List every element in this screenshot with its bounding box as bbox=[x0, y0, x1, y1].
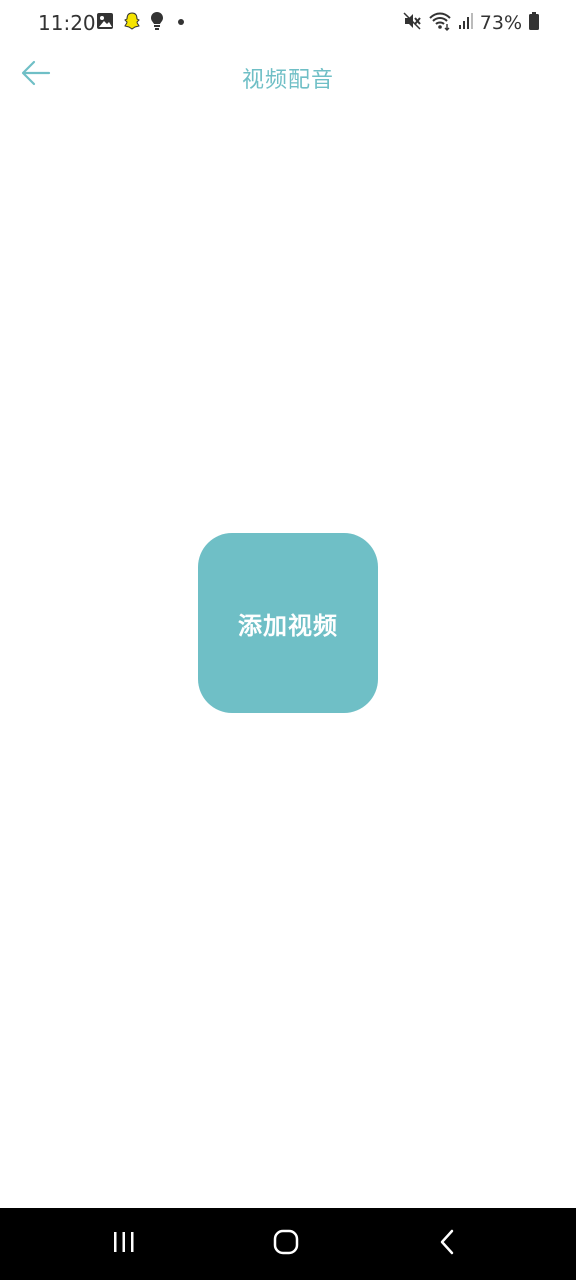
status-bar: 11:20 73% bbox=[0, 0, 576, 48]
home-icon[interactable] bbox=[272, 1228, 300, 1260]
dot-icon bbox=[174, 14, 188, 33]
recent-apps-button[interactable] bbox=[106, 1230, 142, 1258]
battery-icon bbox=[528, 11, 540, 35]
lightbulb-icon bbox=[150, 11, 164, 35]
back-icon[interactable] bbox=[437, 1228, 457, 1260]
nav-back-button[interactable] bbox=[432, 1228, 462, 1260]
navigation-bar bbox=[0, 1208, 576, 1280]
home-button[interactable] bbox=[268, 1228, 304, 1260]
add-video-label: 添加视频 bbox=[238, 611, 338, 640]
signal-icon bbox=[458, 11, 474, 35]
recent-apps-icon[interactable] bbox=[111, 1230, 137, 1258]
gallery-icon bbox=[96, 12, 114, 34]
snapchat-icon bbox=[124, 12, 140, 34]
header: 视频配音 bbox=[0, 48, 576, 108]
battery-percent: 73% bbox=[479, 12, 522, 34]
notification-icons bbox=[96, 12, 188, 34]
page-title: 视频配音 bbox=[241, 68, 334, 93]
wifi-icon bbox=[428, 11, 452, 35]
status-right: 73% bbox=[402, 10, 540, 36]
status-time: 11:20 bbox=[38, 11, 96, 35]
mute-icon bbox=[402, 11, 422, 35]
add-video-button[interactable]: 添加视频 bbox=[198, 533, 378, 713]
